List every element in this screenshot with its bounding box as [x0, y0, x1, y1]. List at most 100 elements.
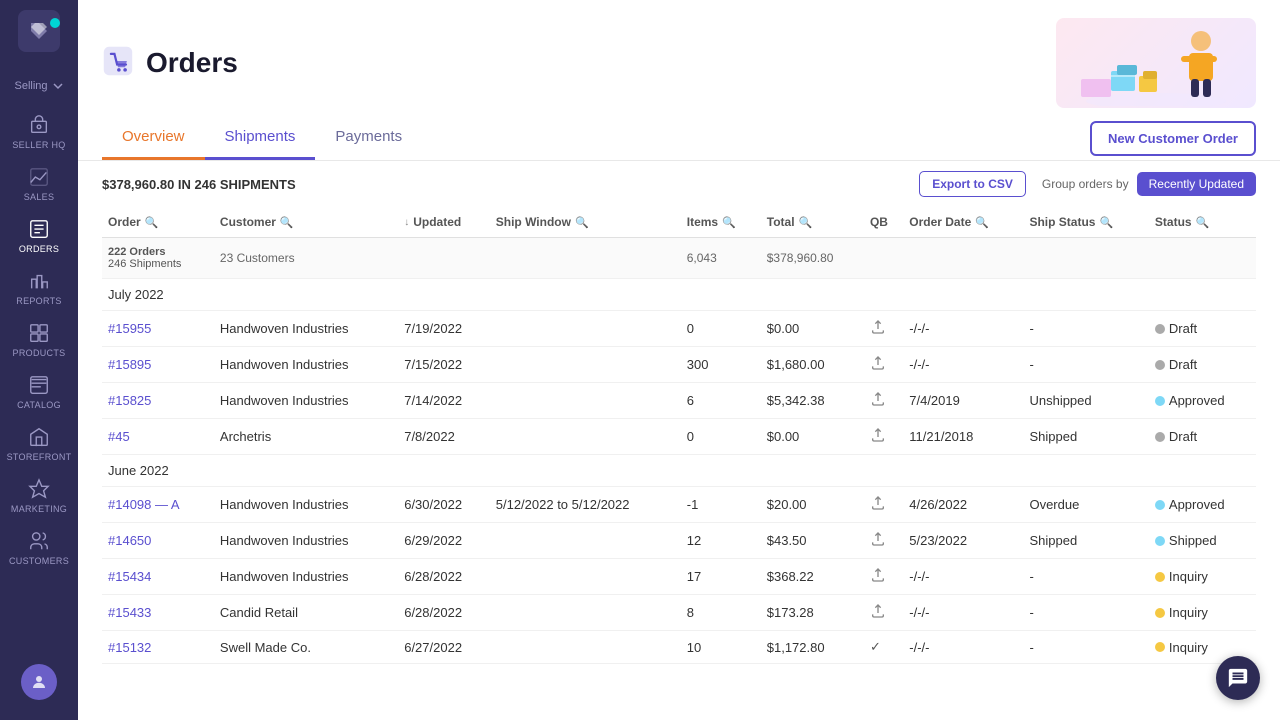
table-row[interactable]: #15825 Handwoven Industries 7/14/2022 6 … [102, 383, 1256, 419]
sidebar-item-reports[interactable]: REPORTS [0, 262, 78, 314]
order-link[interactable]: #15895 [108, 357, 151, 372]
table-row[interactable]: #45 Archetris 7/8/2022 0 $0.00 11/21/201… [102, 419, 1256, 455]
chat-button[interactable] [1216, 656, 1260, 700]
ship-window-cell [490, 347, 681, 383]
items-search-icon[interactable]: 🔍 [722, 216, 736, 229]
order-search-icon[interactable]: 🔍 [145, 216, 159, 229]
order-link[interactable]: #15132 [108, 640, 151, 655]
user-avatar[interactable] [21, 664, 57, 710]
sidebar-selling-dropdown[interactable]: Selling [14, 70, 63, 106]
ship-status-cell: Shipped [1023, 419, 1148, 455]
group-orders-label: Group orders by [1042, 177, 1129, 191]
qb-upload-icon[interactable] [870, 358, 886, 374]
group-orders-dropdown[interactable]: Recently Updated [1137, 172, 1256, 196]
summary-customers: 23 Customers [214, 238, 398, 279]
qb-upload-icon[interactable] [870, 498, 886, 514]
customer-search-icon[interactable]: 🔍 [280, 216, 294, 229]
total-cell: $0.00 [761, 311, 864, 347]
updated-cell: 7/8/2022 [398, 419, 490, 455]
order-link[interactable]: #15955 [108, 321, 151, 336]
sort-down-icon: ↓ [404, 217, 409, 228]
avatar-icon [30, 673, 48, 691]
order-date-cell: 5/23/2022 [903, 523, 1023, 559]
qb-cell [864, 419, 903, 455]
table-row[interactable]: #15895 Handwoven Industries 7/15/2022 30… [102, 347, 1256, 383]
order-cell: #14098 — A [102, 487, 214, 523]
table-row[interactable]: #15434 Handwoven Industries 6/28/2022 17… [102, 559, 1256, 595]
status-cell: Approved [1149, 487, 1256, 523]
sidebar-item-customers[interactable]: CUSTOMERS [0, 522, 78, 574]
page-title: Orders [146, 47, 238, 79]
order-link[interactable]: #14650 [108, 533, 151, 548]
qb-upload-icon[interactable] [870, 570, 886, 586]
sidebar-item-sales[interactable]: SALES [0, 158, 78, 210]
table-row[interactable]: #15955 Handwoven Industries 7/19/2022 0 … [102, 311, 1256, 347]
ship-window-cell [490, 559, 681, 595]
items-cell: 0 [681, 419, 761, 455]
header-left: Orders [102, 45, 238, 82]
orders-table: Order🔍 Customer🔍 ↓Updated Ship Window🔍 I… [102, 207, 1256, 664]
export-csv-button[interactable]: Export to CSV [919, 171, 1026, 197]
total-search-icon[interactable]: 🔍 [799, 216, 813, 229]
qb-upload-icon[interactable] [870, 606, 886, 622]
sidebar-item-seller-hq[interactable]: SELLER HQ [0, 106, 78, 158]
customer-cell: Candid Retail [214, 595, 398, 631]
order-date-search-icon[interactable]: 🔍 [975, 216, 989, 229]
sidebar-item-orders[interactable]: ORDERS [0, 210, 78, 262]
updated-cell: 7/19/2022 [398, 311, 490, 347]
tab-overview[interactable]: Overview [102, 116, 205, 160]
sidebar-item-storefront[interactable]: STOREFRONT [0, 418, 78, 470]
sidebar-item-catalog[interactable]: CATALOG [0, 366, 78, 418]
status-text: Approved [1169, 497, 1225, 512]
order-date-cell: -/-/- [903, 559, 1023, 595]
qb-upload-icon[interactable] [870, 394, 886, 410]
ship-status-cell: - [1023, 311, 1148, 347]
status-cell: Inquiry [1149, 595, 1256, 631]
status-dot [1155, 642, 1165, 652]
ship-window-search-icon[interactable]: 🔍 [575, 216, 589, 229]
sales-icon [28, 166, 50, 188]
items-cell: -1 [681, 487, 761, 523]
marketing-icon [28, 478, 50, 500]
table-row[interactable]: #15433 Candid Retail 6/28/2022 8 $173.28… [102, 595, 1256, 631]
header-illustration [1056, 18, 1256, 108]
app-logo[interactable] [18, 10, 60, 52]
new-customer-order-button[interactable]: New Customer Order [1090, 121, 1256, 156]
ship-window-cell [490, 523, 681, 559]
ship-window-cell [490, 311, 681, 347]
order-link[interactable]: #15434 [108, 569, 151, 584]
table-row[interactable]: #14098 — A Handwoven Industries 6/30/202… [102, 487, 1256, 523]
order-cell: #14650 [102, 523, 214, 559]
order-link[interactable]: #45 [108, 429, 130, 444]
table-row[interactable]: #15132 Swell Made Co. 6/27/2022 10 $1,17… [102, 631, 1256, 664]
sidebar-item-products[interactable]: PRODUCTS [0, 314, 78, 366]
status-cell: Inquiry [1149, 559, 1256, 595]
orders-icon [28, 218, 50, 240]
total-cell: $0.00 [761, 419, 864, 455]
total-cell: $1,172.80 [761, 631, 864, 664]
order-link[interactable]: #15433 [108, 605, 151, 620]
qb-cell: ✓ [864, 631, 903, 664]
tab-shipments[interactable]: Shipments [205, 116, 316, 160]
shipments-summary: $378,960.80 IN 246 SHIPMENTS [102, 177, 296, 192]
qb-upload-icon[interactable] [870, 322, 886, 338]
summary-orders: 222 Orders 246 Shipments [102, 238, 214, 279]
ship-status-cell: - [1023, 559, 1148, 595]
qb-upload-icon[interactable] [870, 430, 886, 446]
section-label: June 2022 [102, 455, 1256, 487]
qb-upload-icon[interactable] [870, 534, 886, 550]
updated-cell: 6/30/2022 [398, 487, 490, 523]
updated-cell: 6/29/2022 [398, 523, 490, 559]
table-body: 222 Orders 246 Shipments 23 Customers 6,… [102, 238, 1256, 664]
th-ship-window: Ship Window🔍 [490, 207, 681, 238]
ship-window-cell [490, 383, 681, 419]
status-search-icon[interactable]: 🔍 [1196, 216, 1210, 229]
sidebar-item-marketing[interactable]: MARKETING [0, 470, 78, 522]
tab-payments[interactable]: Payments [315, 116, 422, 160]
status-cell: Shipped [1149, 523, 1256, 559]
order-link[interactable]: #14098 — A [108, 497, 180, 512]
sidebar-item-marketing-label: MARKETING [11, 504, 67, 514]
table-row[interactable]: #14650 Handwoven Industries 6/29/2022 12… [102, 523, 1256, 559]
order-link[interactable]: #15825 [108, 393, 151, 408]
ship-status-search-icon[interactable]: 🔍 [1099, 216, 1113, 229]
